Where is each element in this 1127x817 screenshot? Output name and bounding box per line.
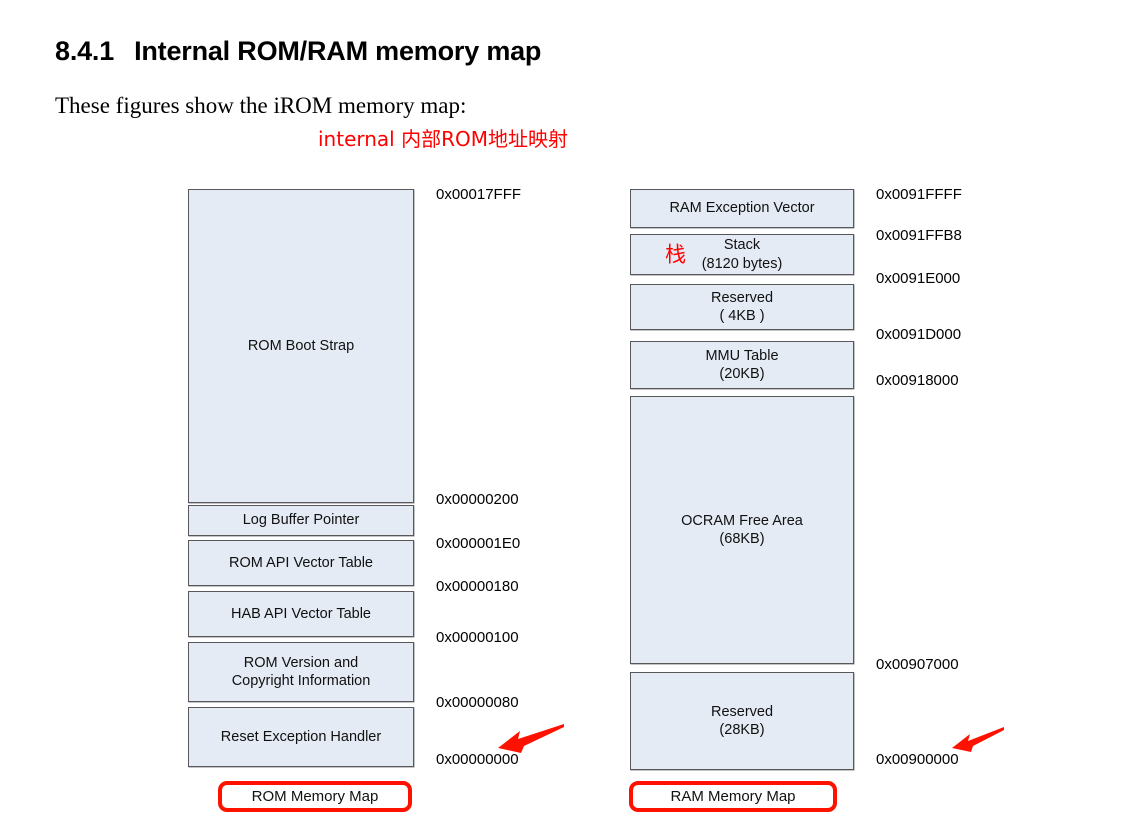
ram-block-label: RAM Exception Vector: [669, 200, 815, 217]
ram-block-label: MMU Table: [705, 347, 779, 364]
rom-block-label: ROM API Vector Table: [229, 554, 373, 571]
ram-address-18000: 0x00918000: [876, 372, 959, 389]
annotation-arrow-ram-icon: [950, 726, 1006, 754]
ram-address-00000: 0x00900000: [876, 751, 959, 768]
ram-block-label: Stack: [723, 237, 761, 254]
annotation-arrow-rom-icon: [494, 722, 566, 754]
rom-memory-map-caption: ROM Memory Map: [218, 781, 412, 812]
ram-block-sublabel: ( 4KB ): [719, 308, 765, 324]
annotation-stack-chinese-label: 栈: [665, 242, 686, 266]
rom-address-0080: 0x00000080: [436, 694, 519, 711]
ram-block-sublabel: (28KB): [719, 722, 765, 738]
rom-address-0100: 0x00000100: [436, 629, 519, 646]
ram-block-stack: 栈 Stack (8120 bytes): [630, 234, 854, 275]
rom-address-top: 0x00017FFF: [436, 186, 522, 203]
rom-block-label: HAB API Vector Table: [231, 605, 371, 622]
ram-block-label: Reserved: [710, 289, 774, 306]
ram-block-label: Reserved: [710, 703, 774, 720]
rom-address-01e0: 0x000001E0: [436, 535, 521, 552]
ram-block-label: OCRAM Free Area: [681, 512, 803, 529]
rom-block-rom-api-vector-table: ROM API Vector Table: [188, 540, 414, 586]
intro-paragraph: These figures show the iROM memory map:: [55, 93, 467, 118]
ram-block-mmu-table: MMU Table (20KB): [630, 341, 854, 389]
rom-block-label: ROM Version and: [243, 654, 359, 671]
ram-block-ocram-free-area: OCRAM Free Area (68KB): [630, 396, 854, 664]
rom-block-hab-api-vector-table: HAB API Vector Table: [188, 591, 414, 637]
rom-block-label: Log Buffer Pointer: [242, 512, 360, 529]
ram-caption-label: RAM Memory Map: [670, 788, 796, 805]
ram-block-sublabel: (68KB): [719, 531, 765, 547]
ram-block-reserved-4kb: Reserved ( 4KB ): [630, 284, 854, 330]
annotation-chinese-note: internal 内部ROM地址映射: [318, 127, 568, 151]
ram-block-exception-vector: RAM Exception Vector: [630, 189, 854, 228]
rom-block-rom-version-copyright: ROM Version and Copyright Information: [188, 642, 414, 702]
section-title: Internal ROM/RAM memory map: [134, 36, 542, 66]
rom-address-0180: 0x00000180: [436, 578, 519, 595]
section-number: 8.4.1: [55, 36, 115, 66]
rom-block-reset-exception-handler: Reset Exception Handler: [188, 707, 414, 767]
page-title: 8.4.1 Internal ROM/RAM memory map: [55, 36, 541, 67]
ram-address-ffff: 0x0091FFFF: [876, 186, 962, 203]
rom-block-label: ROM Boot Strap: [247, 337, 355, 354]
ram-block-sublabel: (20KB): [719, 366, 765, 382]
ram-address-ffb8: 0x0091FFB8: [876, 227, 962, 244]
rom-caption-label: ROM Memory Map: [251, 788, 379, 805]
ram-address-e000: 0x0091E000: [876, 270, 961, 287]
ram-memory-map-caption: RAM Memory Map: [629, 781, 837, 812]
rom-block-label: Reset Exception Handler: [220, 728, 382, 745]
ram-address-d000: 0x0091D000: [876, 326, 962, 343]
rom-block-boot-strap: ROM Boot Strap: [188, 189, 414, 503]
rom-block-sublabel: Copyright Information: [231, 673, 371, 689]
ram-address-07000: 0x00907000: [876, 656, 959, 673]
rom-block-log-buffer-pointer: Log Buffer Pointer: [188, 505, 414, 536]
ram-block-reserved-28kb: Reserved (28KB): [630, 672, 854, 770]
rom-address-0200: 0x00000200: [436, 491, 519, 508]
